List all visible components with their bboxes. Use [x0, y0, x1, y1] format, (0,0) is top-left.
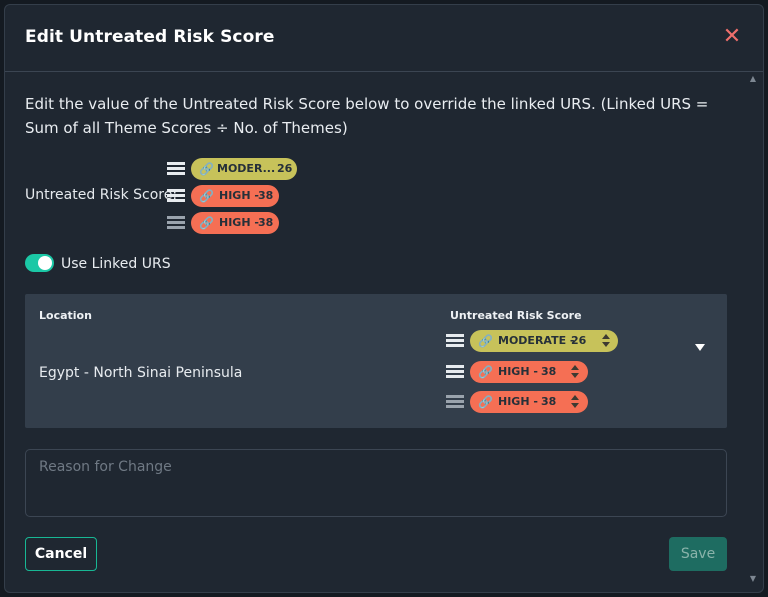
modal-title: Edit Untreated Risk Score: [25, 27, 275, 47]
modal-description: Edit the value of the Untreated Risk Sco…: [25, 95, 709, 137]
link-icon: 🔗: [199, 216, 214, 230]
location-cell: Egypt - North Sinai Peninsula: [39, 365, 243, 381]
chip-score: 38: [258, 189, 274, 202]
scroll-down-icon[interactable]: ▼: [749, 575, 757, 583]
cancel-button[interactable]: Cancel: [25, 537, 97, 571]
edit-urs-modal: Edit Untreated Risk Score ✕ ▲ ▼ Edit the…: [4, 4, 764, 593]
use-linked-urs-toggle[interactable]: [25, 254, 54, 272]
urs-chip-moderate[interactable]: 🔗 MODER... 26: [191, 158, 297, 180]
row-chip-high[interactable]: 🔗 HIGH - 38: [470, 391, 588, 413]
reason-for-change-input[interactable]: [25, 449, 727, 517]
scroll-up-icon[interactable]: ▲: [749, 75, 757, 83]
toggle-label: Use Linked URS: [61, 256, 171, 272]
chip-level: HIGH -: [219, 216, 259, 229]
chip-level: HIGH -: [498, 365, 538, 378]
urs-chip-high[interactable]: 🔗 HIGH - 38: [191, 212, 279, 234]
toggle-knob: [38, 256, 52, 270]
sort-stepper-icon[interactable]: [570, 394, 580, 410]
link-icon: 🔗: [478, 365, 493, 379]
link-icon: 🔗: [199, 189, 214, 203]
chip-level: HIGH -: [498, 395, 538, 408]
row-chip-high[interactable]: 🔗 HIGH - 38: [470, 361, 588, 383]
chip-score: 38: [258, 216, 274, 229]
chip-score: 26: [571, 334, 587, 347]
link-icon: 🔗: [199, 162, 214, 176]
sort-stepper-icon[interactable]: [570, 364, 580, 380]
chip-score: 26: [277, 162, 293, 175]
drag-handle-icon[interactable]: [446, 395, 464, 411]
urs-chip-high[interactable]: 🔗 HIGH - 38: [191, 185, 279, 207]
link-icon: 🔗: [478, 395, 493, 409]
link-icon: 🔗: [478, 334, 493, 348]
row-chip-moderate[interactable]: 🔗 MODERATE - 26: [470, 330, 618, 352]
chevron-down-icon[interactable]: [695, 344, 705, 351]
chip-level: MODERATE -: [498, 334, 575, 347]
column-header-urs: Untreated Risk Score: [450, 309, 582, 322]
location-table: Location Untreated Risk Score Egypt - No…: [25, 294, 727, 428]
chip-score: 38: [541, 395, 557, 408]
drag-handle-icon[interactable]: [167, 189, 185, 205]
drag-handle-icon[interactable]: [446, 334, 464, 350]
drag-handle-icon[interactable]: [167, 216, 185, 232]
chip-level: HIGH -: [219, 189, 259, 202]
column-header-location: Location: [39, 309, 92, 322]
urs-label: Untreated Risk Score:: [25, 187, 178, 203]
sort-stepper-icon[interactable]: [601, 333, 611, 349]
close-icon[interactable]: ✕: [721, 26, 743, 49]
drag-handle-icon[interactable]: [446, 365, 464, 381]
chip-level: MODER...: [217, 162, 276, 175]
modal-header: Edit Untreated Risk Score ✕: [5, 5, 763, 72]
drag-handle-icon[interactable]: [167, 162, 185, 178]
chip-score: 38: [541, 365, 557, 378]
save-button[interactable]: Save: [669, 537, 727, 571]
